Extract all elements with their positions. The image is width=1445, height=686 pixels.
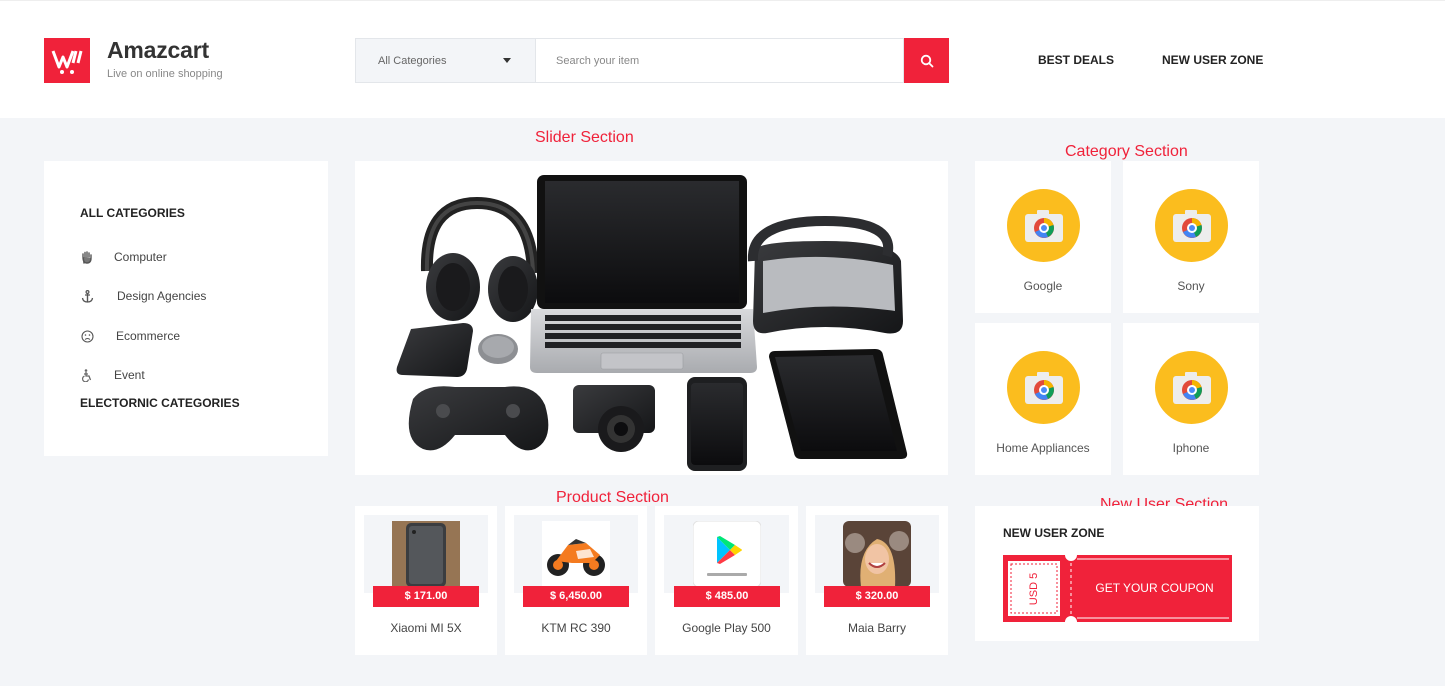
sidebar-item-event[interactable]: Event [80,368,145,382]
hand-icon [80,250,94,264]
category-dropdown[interactable]: All Categories [355,38,535,83]
electronics-hero-image [396,175,908,471]
product-price: $ 320.00 [824,586,930,607]
sidebar-item-label: Event [114,368,145,382]
search-button[interactable] [904,38,949,83]
product-name: Xiaomi MI 5X [390,621,462,635]
coupon-value: USD 5 [1028,572,1040,605]
router-image [396,323,473,377]
smiley-icon [80,329,94,343]
product-price: $ 485.00 [674,586,780,607]
coupon-value-wrap: USD 5 [1011,564,1057,613]
anchor-icon [80,289,94,303]
category-card-home-appliances[interactable]: Home Appliances [975,323,1111,475]
category-section-annotation: Category Section [1065,143,1188,160]
product-section-annotation: Product Section [556,489,669,506]
product-name: KTM RC 390 [541,621,611,635]
caret-down-icon [503,58,511,63]
sidebar-item-design-agencies[interactable]: Design Agencies [80,289,206,303]
search-bar: All Categories [355,38,949,83]
product-card-google-play-500[interactable]: $ 485.00 Google Play 500 [655,506,798,655]
brand-tagline: Live on online shopping [107,68,223,80]
google-play-product-image [693,521,761,587]
coupon-cta[interactable]: GET YOUR COUPON [1077,555,1232,622]
header: Amazcart Live on online shopping All Cat… [0,0,1445,118]
category-label: Home Appliances [996,441,1090,455]
sidebar-item-label: Design Agencies [117,289,207,303]
product-card-ktm-rc-390[interactable]: $ 6,450.00 KTM RC 390 [505,506,647,655]
category-dropdown-value: All Categories [378,54,447,67]
product-card-xiaomi-mi-5x[interactable]: $ 171.00 Xiaomi MI 5X [355,506,497,655]
slider-section-annotation: Slider Section [535,129,634,146]
brand-name[interactable]: Amazcart [107,37,209,64]
category-sidebar: ALL CATEGORIES Computer Design Agencies … [44,161,328,456]
logo-icon[interactable] [44,38,90,83]
phone-image [687,377,747,471]
hero-slider[interactable] [355,161,948,475]
product-price: $ 171.00 [373,586,479,607]
sidebar-item-computer[interactable]: Computer [80,250,167,264]
motorcycle-product-image [542,521,610,587]
headphones-image [420,196,539,322]
new-user-zone-card: NEW USER ZONE USD 5 GET YOUR COUPON [975,506,1259,641]
camera-icon [1155,189,1228,262]
tablet-image [769,349,908,459]
sidebar-item-ecommerce[interactable]: Ecommerce [80,329,180,343]
phone-product-image [392,521,460,587]
portrait-product-image [843,521,911,587]
search-icon [920,54,933,67]
laptop-image [530,175,757,373]
nav-best-deals[interactable]: BEST DEALS [1038,53,1114,67]
camera-icon [1007,189,1080,262]
category-label: Google [1023,279,1063,293]
category-card-google[interactable]: Google [975,161,1111,313]
vr-headset-image [747,215,903,334]
category-label: Sony [1177,279,1205,293]
product-name: Google Play 500 [682,621,771,635]
camera-icon [1155,351,1228,424]
product-name: Maia Barry [847,621,906,635]
mouse-image [478,334,518,364]
nav-new-user-zone[interactable]: NEW USER ZONE [1162,53,1263,67]
search-input[interactable] [535,38,904,83]
accessibility-icon [80,368,94,382]
product-card-maia-barry[interactable]: $ 320.00 Maia Barry [806,506,948,655]
new-user-zone-title: NEW USER ZONE [1003,526,1105,540]
product-price: $ 6,450.00 [523,586,629,607]
gamepad-image [408,386,549,451]
camera-image [573,385,655,452]
category-card-sony[interactable]: Sony [1123,161,1259,313]
coupon-ticket[interactable]: USD 5 GET YOUR COUPON [1003,555,1232,622]
sidebar-item-label: Ecommerce [116,329,181,343]
sidebar-subtitle: ELECTORNIC CATEGORIES [80,396,240,410]
sidebar-title: ALL CATEGORIES [80,206,185,220]
sidebar-item-label: Computer [114,250,167,264]
category-card-iphone[interactable]: Iphone [1123,323,1259,475]
camera-icon [1007,351,1080,424]
category-label: Iphone [1172,441,1210,455]
